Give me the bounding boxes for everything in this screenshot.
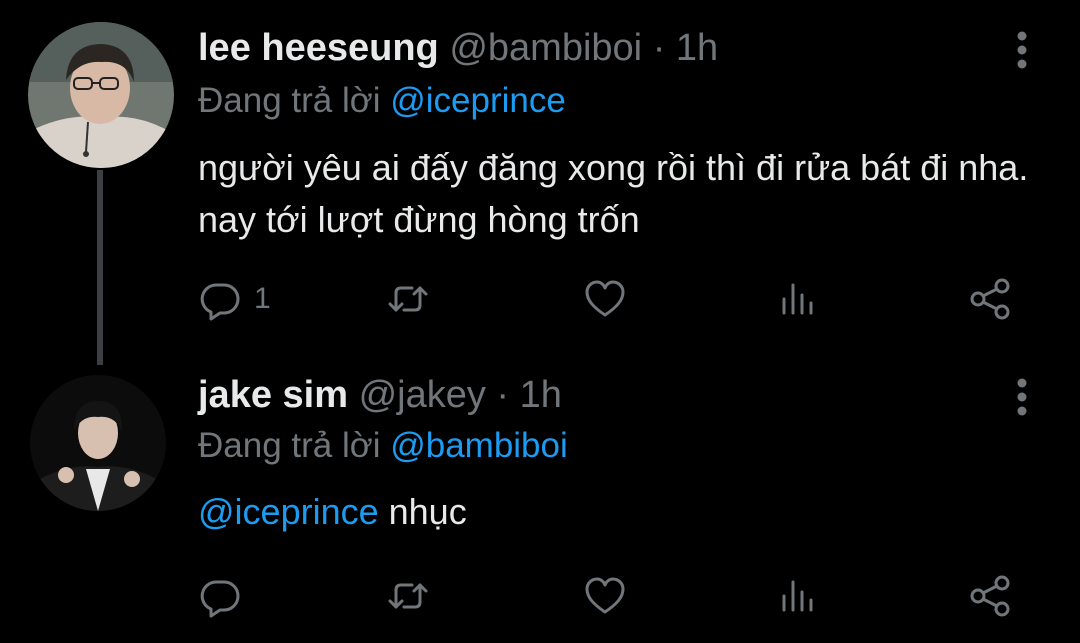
heart-icon [585,280,625,317]
tweet-header: jake sim @jakey · 1h [198,373,562,417]
author-handle[interactable]: @jakey [359,374,486,416]
share-icon [970,278,1010,320]
bar-chart-icon [782,580,813,612]
retweet-button[interactable] [386,276,430,322]
views-button[interactable] [776,276,820,322]
separator: · [496,374,510,416]
bar-chart-icon [782,283,813,315]
thread-line [97,170,103,365]
replying-to: Đang trả lời @iceprince [198,80,566,122]
more-vertical-icon[interactable] [1016,377,1028,417]
replying-to: Đang trả lời @bambiboi [198,425,568,467]
tweet[interactable]: jake sim @jakey · 1h Đang trả lời @bambi… [0,365,1080,643]
avatar[interactable] [30,375,166,511]
author-name[interactable]: jake sim [198,374,348,416]
timestamp[interactable]: 1h [520,374,562,416]
comment-icon [200,283,240,321]
timestamp[interactable]: 1h [676,27,718,69]
tweet-actions [198,573,1028,619]
retweet-icon [388,583,428,609]
comment-icon [200,580,240,618]
author-name[interactable]: lee heeseung [198,27,439,69]
replying-to-mention[interactable]: @bambiboi [390,426,568,465]
tweet-text: người yêu ai đấy đăng xong rồi thì đi rử… [198,147,1029,240]
separator: · [652,27,666,69]
reply-button[interactable]: 1 [198,276,271,322]
replying-to-mention[interactable]: @iceprince [390,81,566,120]
like-button[interactable] [583,573,627,619]
replying-to-label: Đang trả lời [198,426,381,465]
retweet-button[interactable] [386,573,430,619]
avatar-image [30,375,166,511]
share-icon [970,575,1010,617]
reply-count: 1 [254,282,271,315]
tweet[interactable]: lee heeseung @bambiboi · 1h Đang trả lời… [0,0,1080,365]
like-button[interactable] [583,276,627,322]
reply-button[interactable] [198,573,254,619]
more-vertical-icon[interactable] [1016,30,1028,70]
share-button[interactable] [968,276,1012,322]
tweet-header: lee heeseung @bambiboi · 1h [198,26,718,70]
avatar[interactable] [28,22,174,168]
body-mention[interactable]: @iceprince [198,491,379,532]
avatar-image [28,22,174,168]
share-button[interactable] [968,573,1012,619]
views-button[interactable] [776,573,820,619]
heart-icon [585,577,625,614]
retweet-icon [388,286,428,312]
body-text: nhục [378,491,467,532]
author-handle[interactable]: @bambiboi [449,27,642,69]
tweet-actions: 1 [198,276,1028,322]
replying-to-label: Đang trả lời [198,81,381,120]
tweet-text: @iceprince nhục [198,486,1058,538]
